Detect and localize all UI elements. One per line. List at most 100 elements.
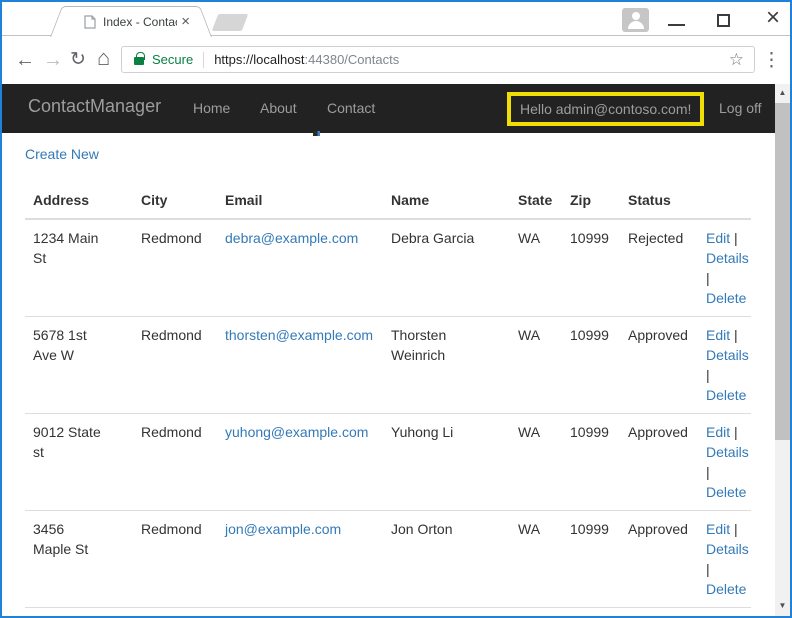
cell-name: Thorsten Weinrich xyxy=(383,316,510,414)
secure-label[interactable]: Secure xyxy=(152,52,193,67)
cell-status: Rejected xyxy=(620,218,698,317)
email-link[interactable]: debra@example.com xyxy=(225,230,358,246)
tab-close-icon[interactable]: × xyxy=(177,14,194,29)
email-link[interactable]: yuhong@example.com xyxy=(225,424,368,440)
nav-item-contact[interactable]: Contact xyxy=(327,100,375,116)
cell-city: Redmond xyxy=(133,413,217,511)
email-link[interactable]: jon@example.com xyxy=(225,521,341,537)
cell-zip: 10999 xyxy=(562,413,620,511)
delete-link[interactable]: Delete xyxy=(706,581,746,597)
action-separator: | xyxy=(734,230,738,246)
address-bar[interactable]: Secure https://localhost:44380/Contacts … xyxy=(121,46,755,73)
delete-link[interactable]: Delete xyxy=(706,484,746,500)
table-header-row: Address City Email Name State Zip Status xyxy=(25,182,751,220)
cell-zip: 10999 xyxy=(562,510,620,608)
edit-link[interactable]: Edit xyxy=(706,230,730,246)
cell-state: WA xyxy=(510,316,562,414)
scroll-down-icon[interactable]: ▼ xyxy=(775,597,790,614)
edit-link[interactable]: Edit xyxy=(706,521,730,537)
cell-city: Redmond xyxy=(133,316,217,414)
cell-address: 5678 1st Ave W xyxy=(25,316,133,414)
cell-city: Redmond xyxy=(133,510,217,608)
scrollbar-thumb[interactable] xyxy=(775,103,790,440)
table-row: 9012 State st Redmond yuhong@example.com… xyxy=(25,413,751,511)
action-separator: | xyxy=(706,561,710,577)
minimize-button[interactable] xyxy=(668,24,685,26)
nav-item-home[interactable]: Home xyxy=(193,100,230,116)
vertical-scrollbar[interactable]: ▲ ▼ xyxy=(775,84,790,616)
col-header-zip: Zip xyxy=(562,182,620,220)
details-link[interactable]: Details xyxy=(706,250,749,266)
cell-email: jon@example.com xyxy=(217,510,383,608)
cell-address: 9012 State st xyxy=(25,413,133,511)
brand-link[interactable]: ContactManager xyxy=(28,96,161,117)
url-path: :44380/Contacts xyxy=(304,52,400,67)
nav-item-about[interactable]: About xyxy=(260,100,297,116)
user-greeting-link[interactable]: Hello admin@contoso.com! xyxy=(520,101,691,117)
edit-link[interactable]: Edit xyxy=(706,424,730,440)
browser-toolbar: ← → ↻ ⌂ Secure https://localhost:44380/C… xyxy=(2,36,790,84)
home-icon[interactable]: ⌂ xyxy=(97,46,110,70)
cell-email: debra@example.com xyxy=(217,218,383,317)
col-header-city: City xyxy=(133,182,217,220)
action-separator: | xyxy=(734,424,738,440)
details-link[interactable]: Details xyxy=(706,347,749,363)
scroll-up-icon[interactable]: ▲ xyxy=(775,84,790,101)
close-button[interactable]: × xyxy=(759,4,787,34)
cell-zip: 10999 xyxy=(562,218,620,317)
page-viewport: ContactManager Home About Contact Hello … xyxy=(2,84,790,616)
action-separator: | xyxy=(706,367,710,383)
site-navbar: ContactManager Home About Contact Hello … xyxy=(2,84,790,136)
col-header-address: Address xyxy=(25,182,133,220)
cell-zip: 10999 xyxy=(562,316,620,414)
details-link[interactable]: Details xyxy=(706,444,749,460)
browser-window: Index - ContactManager × × ← → ↻ ⌂ Secur… xyxy=(0,0,792,618)
maximize-button[interactable] xyxy=(717,14,730,27)
table-row: 3456 Maple St Redmond jon@example.com Jo… xyxy=(25,510,751,608)
new-tab-button[interactable] xyxy=(211,14,249,31)
col-header-email: Email xyxy=(217,182,383,220)
cell-address: 1234 Main St xyxy=(25,218,133,317)
cell-actions: Edit | Details | Delete xyxy=(698,316,751,414)
url-text[interactable]: https://localhost:44380/Contacts xyxy=(214,52,399,67)
details-link[interactable]: Details xyxy=(706,541,749,557)
cell-status: Approved xyxy=(620,316,698,414)
cell-state: WA xyxy=(510,413,562,511)
cell-name: Jon Orton xyxy=(383,510,510,608)
url-divider xyxy=(203,51,205,68)
cell-address: 3456 Maple St xyxy=(25,510,133,608)
col-header-state: State xyxy=(510,182,562,220)
cell-email: thorsten@example.com xyxy=(217,316,383,414)
back-icon[interactable]: ← xyxy=(15,48,35,72)
cell-name: Yuhong Li xyxy=(383,413,510,511)
greeting-highlight-box: Hello admin@contoso.com! xyxy=(507,92,705,126)
reload-icon[interactable]: ↻ xyxy=(70,48,86,72)
delete-link[interactable]: Delete xyxy=(706,387,746,403)
cell-actions: Edit | Details | Delete xyxy=(698,218,751,317)
tab-title: Index - ContactManager xyxy=(103,14,177,29)
cell-actions: Edit | Details | Delete xyxy=(698,510,751,608)
profile-button[interactable] xyxy=(622,8,649,32)
col-header-name: Name xyxy=(383,182,510,220)
browser-menu-icon[interactable]: ⋮ xyxy=(762,49,781,72)
cell-state: WA xyxy=(510,218,562,317)
browser-tab[interactable]: Index - ContactManager × xyxy=(66,6,196,36)
action-separator: | xyxy=(734,521,738,537)
cell-actions: Edit | Details | Delete xyxy=(698,413,751,511)
table-row: 1234 Main St Redmond debra@example.com D… xyxy=(25,218,751,317)
titlebar: Index - ContactManager × × xyxy=(2,2,790,36)
log-off-link[interactable]: Log off xyxy=(719,100,762,116)
action-separator: | xyxy=(706,270,710,286)
bookmark-star-icon[interactable]: ☆ xyxy=(729,50,744,70)
cell-city: Redmond xyxy=(133,218,217,317)
email-link[interactable]: thorsten@example.com xyxy=(225,327,373,343)
delete-link[interactable]: Delete xyxy=(706,290,746,306)
edit-link[interactable]: Edit xyxy=(706,327,730,343)
action-separator: | xyxy=(734,327,738,343)
secure-padlock-icon[interactable] xyxy=(134,51,145,65)
cell-status: Approved xyxy=(620,510,698,608)
table-row: 5678 1st Ave W Redmond thorsten@example.… xyxy=(25,316,751,414)
cell-email: yuhong@example.com xyxy=(217,413,383,511)
contacts-table: Address City Email Name State Zip Status… xyxy=(25,182,751,608)
create-new-link[interactable]: Create New xyxy=(25,146,99,162)
